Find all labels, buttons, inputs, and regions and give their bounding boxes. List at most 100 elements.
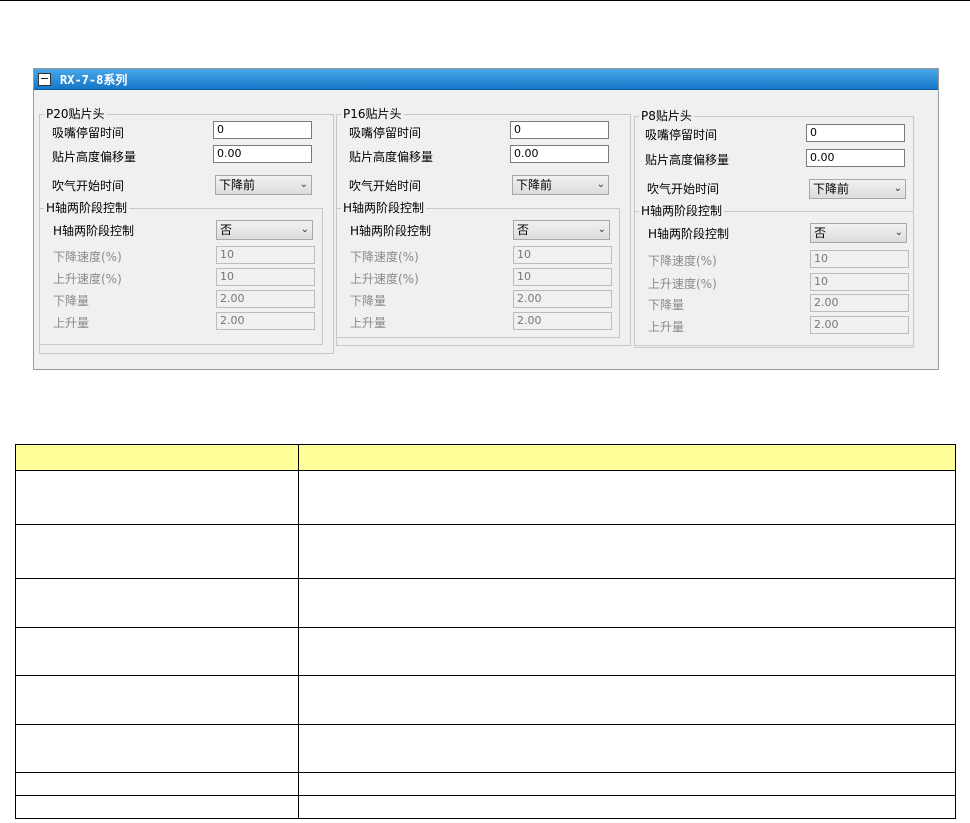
table-cell [298, 795, 956, 819]
table-cell [298, 470, 956, 525]
h-axis-group-label: H轴两阶段控制 [341, 201, 427, 215]
down-amount-input: 2.00 [216, 290, 315, 308]
dwell-time-input[interactable]: 0 [510, 121, 609, 139]
head-group-p16: P16贴片头 吸嘴停留时间 0 贴片高度偏移量 0.00 吹气开始时间 下降前 … [336, 107, 631, 346]
down-amount-label: 下降量 [350, 294, 387, 308]
blow-start-label: 吹气开始时间 [349, 179, 422, 193]
down-speed-input: 10 [513, 246, 612, 264]
up-amount-input: 2.00 [216, 312, 315, 330]
down-speed-input: 10 [216, 246, 315, 264]
chevron-down-icon: ⌄ [299, 179, 308, 190]
head-group-label: P16贴片头 [341, 107, 404, 121]
head-group-p8: P8贴片头 吸嘴停留时间 0 贴片高度偏移量 0.00 吹气开始时间 下降前 ⌄… [634, 109, 914, 348]
table-header-row [15, 444, 956, 471]
table-cell [298, 675, 956, 725]
down-speed-label: 下降速度(%) [648, 254, 717, 268]
up-amount-label: 上升量 [350, 316, 387, 330]
dwell-time-label: 吸嘴停留时间 [52, 126, 125, 140]
table-row [15, 795, 956, 819]
up-amount-input: 2.00 [513, 312, 612, 330]
table-cell [15, 795, 299, 819]
h-axis-control-value: 否 [220, 223, 233, 237]
rx-7-8-settings-panel: − RX-7-8系列 P20贴片头 吸嘴停留时间 0 贴片高度偏移量 0.00 … [33, 68, 939, 370]
table-cell [15, 578, 299, 628]
h-axis-two-stage-group: H轴两阶段控制 H轴两阶段控制 否 ⌄ 下降速度(%) 10 上升速度(%) 1… [634, 204, 914, 346]
blow-start-value: 下降前 [219, 178, 256, 192]
down-amount-input: 2.00 [810, 294, 909, 312]
table-row [15, 524, 956, 579]
table-row [15, 675, 956, 725]
up-speed-label: 上升速度(%) [350, 272, 419, 286]
blow-start-select[interactable]: 下降前 ⌄ [215, 175, 312, 195]
table-row [15, 772, 956, 796]
dwell-time-input[interactable]: 0 [213, 121, 312, 139]
h-axis-control-value: 否 [517, 223, 530, 237]
table-cell [15, 772, 299, 796]
h-axis-control-value: 否 [814, 226, 827, 240]
table-row [15, 724, 956, 773]
height-offset-label: 贴片高度偏移量 [645, 153, 730, 167]
table-cell [298, 578, 956, 628]
h-axis-two-stage-group: H轴两阶段控制 H轴两阶段控制 否 ⌄ 下降速度(%) 10 上升速度(%) 1… [39, 201, 323, 345]
up-speed-input: 10 [216, 268, 315, 286]
parameter-table [15, 444, 956, 819]
chevron-down-icon: ⌄ [596, 179, 605, 190]
down-speed-label: 下降速度(%) [53, 250, 122, 264]
down-amount-input: 2.00 [513, 290, 612, 308]
up-speed-input: 10 [810, 273, 909, 291]
height-offset-input[interactable]: 0.00 [213, 145, 312, 163]
table-cell [298, 772, 956, 796]
down-amount-label: 下降量 [53, 294, 90, 308]
up-speed-label: 上升速度(%) [53, 272, 122, 286]
chevron-down-icon: ⌄ [894, 227, 903, 238]
up-amount-label: 上升量 [53, 316, 90, 330]
blow-start-value: 下降前 [516, 178, 553, 192]
dwell-time-label: 吸嘴停留时间 [645, 128, 718, 142]
table-cell [298, 627, 956, 676]
blow-start-select[interactable]: 下降前 ⌄ [512, 175, 609, 195]
h-axis-control-select[interactable]: 否 ⌄ [810, 223, 907, 243]
chevron-down-icon: ⌄ [597, 224, 606, 235]
blow-start-label: 吹气开始时间 [647, 182, 720, 196]
table-cell [15, 675, 299, 725]
collapse-minus-icon[interactable]: − [38, 73, 51, 86]
height-offset-label: 贴片高度偏移量 [52, 150, 137, 164]
table-header-cell [15, 444, 299, 471]
up-amount-label: 上升量 [648, 320, 685, 334]
head-group-label: P20贴片头 [44, 107, 107, 121]
down-speed-input: 10 [810, 250, 909, 268]
h-axis-control-label: H轴两阶段控制 [350, 224, 432, 238]
h-axis-control-select[interactable]: 否 ⌄ [513, 220, 610, 240]
down-speed-label: 下降速度(%) [350, 250, 419, 264]
head-group-p20: P20贴片头 吸嘴停留时间 0 贴片高度偏移量 0.00 吹气开始时间 下降前 … [39, 107, 334, 354]
table-cell [15, 627, 299, 676]
panel-titlebar: − RX-7-8系列 [34, 69, 938, 90]
down-amount-label: 下降量 [648, 298, 685, 312]
dwell-time-input[interactable]: 0 [806, 124, 905, 142]
h-axis-control-select[interactable]: 否 ⌄ [216, 220, 313, 240]
up-speed-label: 上升速度(%) [648, 277, 717, 291]
h-axis-two-stage-group: H轴两阶段控制 H轴两阶段控制 否 ⌄ 下降速度(%) 10 上升速度(%) 1… [336, 201, 620, 338]
height-offset-input[interactable]: 0.00 [806, 149, 905, 167]
head-group-label: P8贴片头 [639, 109, 694, 123]
blow-start-label: 吹气开始时间 [52, 179, 125, 193]
table-cell [15, 524, 299, 579]
dwell-time-label: 吸嘴停留时间 [349, 126, 422, 140]
table-row [15, 578, 956, 628]
table-cell [298, 724, 956, 773]
chevron-down-icon: ⌄ [300, 224, 309, 235]
chevron-down-icon: ⌄ [893, 183, 902, 194]
up-amount-input: 2.00 [810, 316, 909, 334]
up-speed-input: 10 [513, 268, 612, 286]
table-row [15, 627, 956, 676]
panel-title: RX-7-8系列 [60, 73, 128, 87]
top-rule [0, 0, 970, 1]
table-cell [15, 724, 299, 773]
height-offset-label: 贴片高度偏移量 [349, 150, 434, 164]
table-cell [298, 524, 956, 579]
table-cell [15, 470, 299, 525]
h-axis-control-label: H轴两阶段控制 [53, 224, 135, 238]
blow-start-value: 下降前 [813, 182, 850, 196]
height-offset-input[interactable]: 0.00 [510, 145, 609, 163]
blow-start-select[interactable]: 下降前 ⌄ [809, 179, 906, 199]
